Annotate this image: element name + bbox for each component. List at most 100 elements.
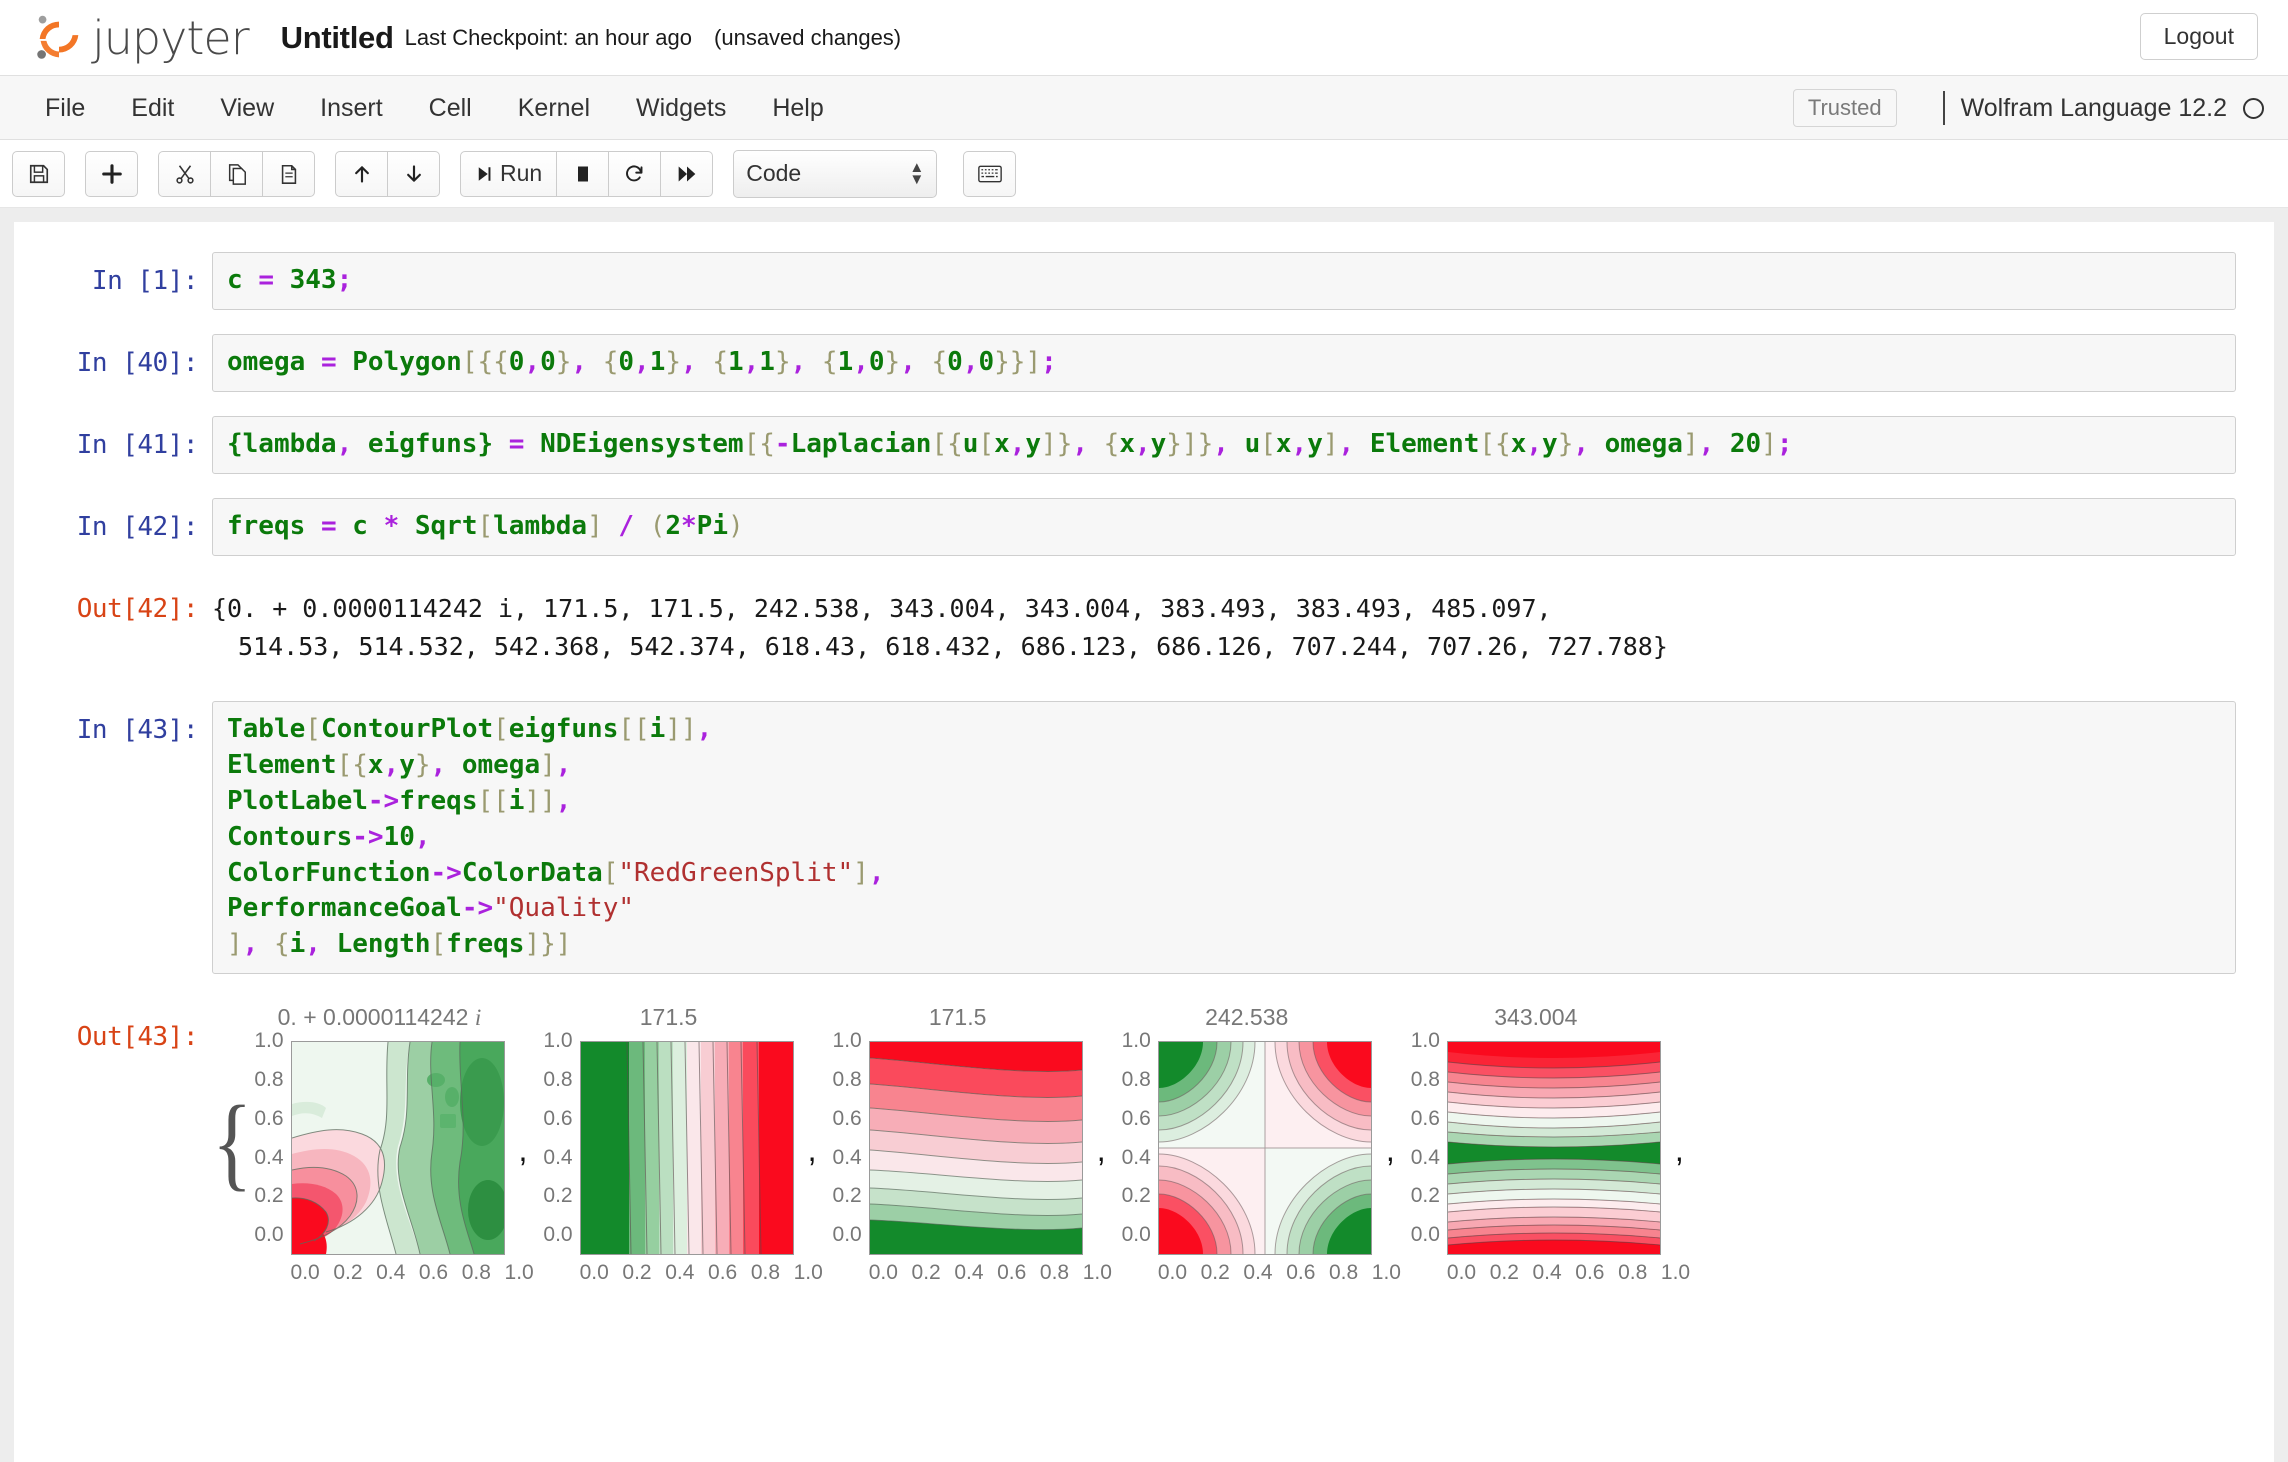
y-tick: 0.8 bbox=[543, 1067, 573, 1091]
restart-and-run-all-button[interactable] bbox=[660, 150, 714, 197]
jupyter-wordmark: jupyter bbox=[92, 10, 250, 65]
notebook-header: jupyter Untitled Last Checkpoint: an hou… bbox=[0, 0, 2288, 76]
restart-icon bbox=[626, 165, 643, 182]
kernel-name-label: Wolfram Language 12.2 bbox=[1960, 93, 2227, 122]
cut-button[interactable] bbox=[158, 150, 211, 197]
output-prompt: Out[43]: bbox=[76, 1022, 199, 1053]
code-cell-41[interactable]: In [41]: {lambda, eigfuns} = NDEigensyst… bbox=[14, 415, 2274, 474]
contour-field-5 bbox=[1447, 1042, 1660, 1255]
menu-widgets[interactable]: Widgets bbox=[613, 76, 749, 140]
code-cell-1[interactable]: In [1]: c = 343; bbox=[14, 252, 2274, 310]
x-axis-ticks-1: 0.0 0.2 0.4 0.6 0.8 1.0 bbox=[290, 1261, 534, 1285]
plot-title-3: 171.5 bbox=[928, 1004, 987, 1031]
run-label: Run bbox=[500, 160, 543, 186]
arrow-down-icon bbox=[406, 164, 421, 182]
command-palette-button[interactable] bbox=[963, 150, 1017, 197]
contour-plot-5: 343.004 1.0 0.8 0.6 0.4 0.2 0.0 0.0 0.2 … bbox=[1410, 1004, 1691, 1285]
y-tick: 0.2 bbox=[832, 1184, 862, 1208]
input-prompt: In [43]: bbox=[76, 715, 199, 745]
y-tick: 0.6 bbox=[832, 1106, 862, 1130]
code-editor[interactable]: freqs = c * Sqrt[lambda] / (2*Pi) bbox=[212, 497, 2236, 556]
y-tick: 1.0 bbox=[1410, 1029, 1440, 1053]
move-cell-down-button[interactable] bbox=[387, 150, 440, 197]
input-prompt: In [40]: bbox=[76, 347, 199, 378]
y-tick: 0.4 bbox=[832, 1145, 862, 1169]
run-cell-button[interactable]: Run bbox=[460, 150, 558, 197]
plot-canvas-5 bbox=[1446, 1041, 1661, 1256]
y-tick: 0.8 bbox=[1410, 1067, 1440, 1091]
x-axis-ticks-4: 0.0 0.2 0.4 0.6 0.8 1.0 bbox=[1157, 1261, 1401, 1285]
y-tick: 0.4 bbox=[1121, 1145, 1151, 1169]
plot-title-4: 242.538 bbox=[1205, 1004, 1289, 1031]
restart-kernel-button[interactable] bbox=[608, 150, 662, 197]
y-tick: 0.0 bbox=[254, 1223, 284, 1247]
notebook-paper: In [1]: c = 343; In [40]: omega = Polygo… bbox=[14, 222, 2274, 1462]
code-editor[interactable]: {lambda, eigfuns} = NDEigensystem[{-Lapl… bbox=[212, 415, 2236, 474]
input-prompt: In [1]: bbox=[91, 266, 199, 296]
contour-field-1 bbox=[291, 1042, 504, 1255]
output-text: {0. + 0.0000114242 i, 171.5, 171.5, 242.… bbox=[212, 580, 2236, 668]
list-separator: , bbox=[1385, 1132, 1395, 1169]
menu-insert[interactable]: Insert bbox=[297, 76, 406, 140]
notebook-toolbar: Run Code ▲ ▼ bbox=[0, 140, 2288, 208]
y-tick: 0.4 bbox=[543, 1145, 573, 1169]
cell-type-select[interactable]: Code ▲ ▼ bbox=[733, 149, 938, 198]
code-cell-42[interactable]: In [42]: freqs = c * Sqrt[lambda] / (2*P… bbox=[14, 497, 2274, 556]
checkpoint-status: Last Checkpoint: an hour ago bbox=[404, 24, 693, 50]
contour-field-3 bbox=[869, 1042, 1082, 1255]
output-prompt: Out[42]: bbox=[76, 593, 199, 624]
contour-plot-3: 171.5 1.0 0.8 0.6 0.4 0.2 0.0 0.0 0.2 0.… bbox=[832, 1004, 1112, 1285]
y-tick: 1.0 bbox=[1121, 1029, 1151, 1053]
menubar: File Edit View Insert Cell Kernel Widget… bbox=[0, 76, 2288, 140]
menu-kernel[interactable]: Kernel bbox=[495, 76, 613, 140]
code-cell-43[interactable]: In [43]: Table[ContourPlot[eigfuns[[i]],… bbox=[14, 701, 2274, 975]
kernel-idle-icon[interactable] bbox=[2243, 97, 2264, 119]
y-tick: 1.0 bbox=[832, 1029, 862, 1053]
logout-button[interactable]: Logout bbox=[2139, 13, 2258, 60]
y-tick: 0.0 bbox=[1121, 1223, 1151, 1247]
plot-title-5: 343.004 bbox=[1494, 1004, 1578, 1031]
interrupt-kernel-button[interactable] bbox=[556, 150, 610, 197]
output-cell-42: Out[42]: {0. + 0.0000114242 i, 171.5, 17… bbox=[14, 580, 2274, 668]
y-tick: 1.0 bbox=[543, 1029, 573, 1053]
code-editor[interactable]: Table[ContourPlot[eigfuns[[i]], Element[… bbox=[212, 701, 2236, 975]
move-cell-up-button[interactable] bbox=[335, 150, 388, 197]
trusted-badge[interactable]: Trusted bbox=[1792, 89, 1897, 127]
notebook-scroll-region[interactable]: In [1]: c = 343; In [40]: omega = Polygo… bbox=[0, 208, 2288, 1462]
code-editor[interactable]: omega = Polygon[{{0,0}, {0,1}, {1,1}, {1… bbox=[212, 333, 2236, 392]
y-axis-ticks-1: 1.0 0.8 0.6 0.4 0.2 0.0 bbox=[254, 1029, 290, 1247]
menu-cell[interactable]: Cell bbox=[406, 76, 495, 140]
y-tick: 1.0 bbox=[254, 1029, 284, 1053]
jupyter-logo[interactable]: jupyter bbox=[30, 9, 250, 67]
plot-title-1: 0. + 0.0000114242 i bbox=[277, 1004, 482, 1031]
toolbar-group-save bbox=[12, 150, 65, 197]
input-prompt: In [42]: bbox=[76, 511, 199, 542]
jupyter-logo-icon bbox=[37, 15, 79, 59]
list-separator: , bbox=[1674, 1132, 1684, 1169]
plot-title-2: 171.5 bbox=[639, 1004, 698, 1031]
menu-edit[interactable]: Edit bbox=[108, 76, 197, 140]
insert-cell-below-button[interactable] bbox=[85, 150, 138, 197]
fast-forward-icon bbox=[678, 166, 696, 181]
contour-plot-1: 0. + 0.0000114242 i 1.0 0.8 0.6 0.4 0.2 … bbox=[254, 1004, 534, 1285]
list-separator: , bbox=[518, 1132, 528, 1169]
code-cell-40[interactable]: In [40]: omega = Polygon[{{0,0}, {0,1}, … bbox=[14, 333, 2274, 392]
menu-file[interactable]: File bbox=[22, 76, 108, 140]
notebook-name[interactable]: Untitled bbox=[281, 20, 394, 56]
copy-button[interactable] bbox=[210, 150, 263, 197]
paste-button[interactable] bbox=[262, 150, 315, 197]
list-open-brace: { bbox=[212, 1085, 253, 1202]
contour-field-2 bbox=[580, 1042, 793, 1255]
y-axis-ticks-4: 1.0 0.8 0.6 0.4 0.2 0.0 bbox=[1121, 1029, 1158, 1247]
contour-plot-2: 171.5 1.0 0.8 0.6 0.4 0.2 0.0 0.0 0.2 0.… bbox=[543, 1004, 822, 1285]
menu-view[interactable]: View bbox=[197, 76, 297, 140]
y-tick: 0.2 bbox=[1410, 1184, 1440, 1208]
x-axis-ticks-5: 0.0 0.2 0.4 0.6 0.8 1.0 bbox=[1446, 1261, 1691, 1285]
stop-square-icon bbox=[577, 166, 588, 181]
save-button[interactable] bbox=[12, 150, 65, 197]
arrow-up-icon bbox=[354, 165, 369, 183]
code-editor[interactable]: c = 343; bbox=[212, 252, 2236, 310]
menu-help[interactable]: Help bbox=[749, 76, 846, 140]
y-tick: 0.2 bbox=[1121, 1184, 1151, 1208]
y-tick: 0.6 bbox=[1121, 1106, 1151, 1130]
